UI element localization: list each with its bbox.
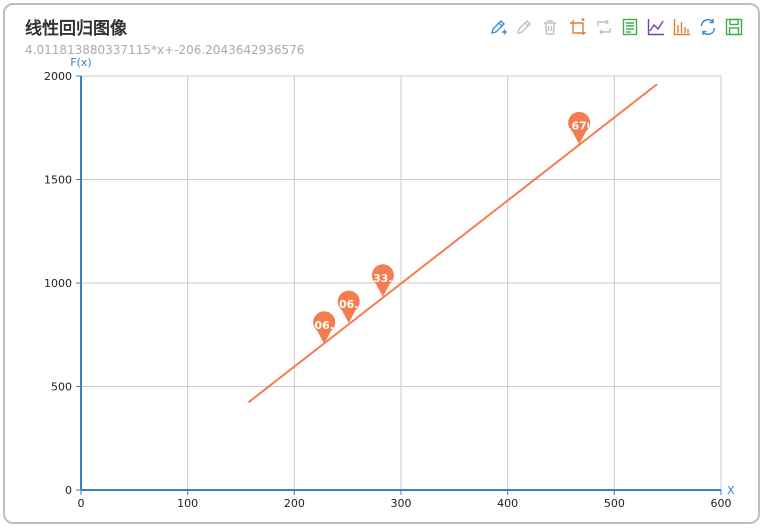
x-axis-name: X xyxy=(727,484,735,497)
scatter-point[interactable]: 1670 xyxy=(564,111,595,145)
y-tick-label: 0 xyxy=(65,484,72,497)
point-label: 806.5 xyxy=(331,298,366,311)
regression-line xyxy=(247,83,658,404)
x-tick-label: 500 xyxy=(604,497,625,510)
y-tick-label: 2000 xyxy=(44,70,72,83)
y-tick-label: 1500 xyxy=(44,174,72,187)
x-tick-label: 300 xyxy=(391,497,412,510)
y-tick-label: 1000 xyxy=(44,277,72,290)
scatter-points: 706.5 806.5933.5 1670 xyxy=(307,111,595,344)
x-tick-label: 600 xyxy=(711,497,732,510)
y-axis-name: F(x) xyxy=(70,56,91,69)
scatter-point[interactable]: 706.5 xyxy=(307,311,342,344)
x-tick-label: 100 xyxy=(177,497,198,510)
y-tick-label: 500 xyxy=(51,381,72,394)
regression-line-layer xyxy=(247,83,658,404)
scatter-point[interactable]: 933.5 xyxy=(365,264,400,297)
scatter-point[interactable]: 806.5 xyxy=(331,290,366,324)
chart-plot: 0 100 200 300 400 500 600 0 500 1000 1500 2000F(x) X… xyxy=(44,56,735,510)
x-tick-label: 400 xyxy=(497,497,518,510)
x-tick-label: 200 xyxy=(284,497,305,510)
point-label: 706.5 xyxy=(307,319,342,332)
x-tick-label: 0 xyxy=(78,497,85,510)
